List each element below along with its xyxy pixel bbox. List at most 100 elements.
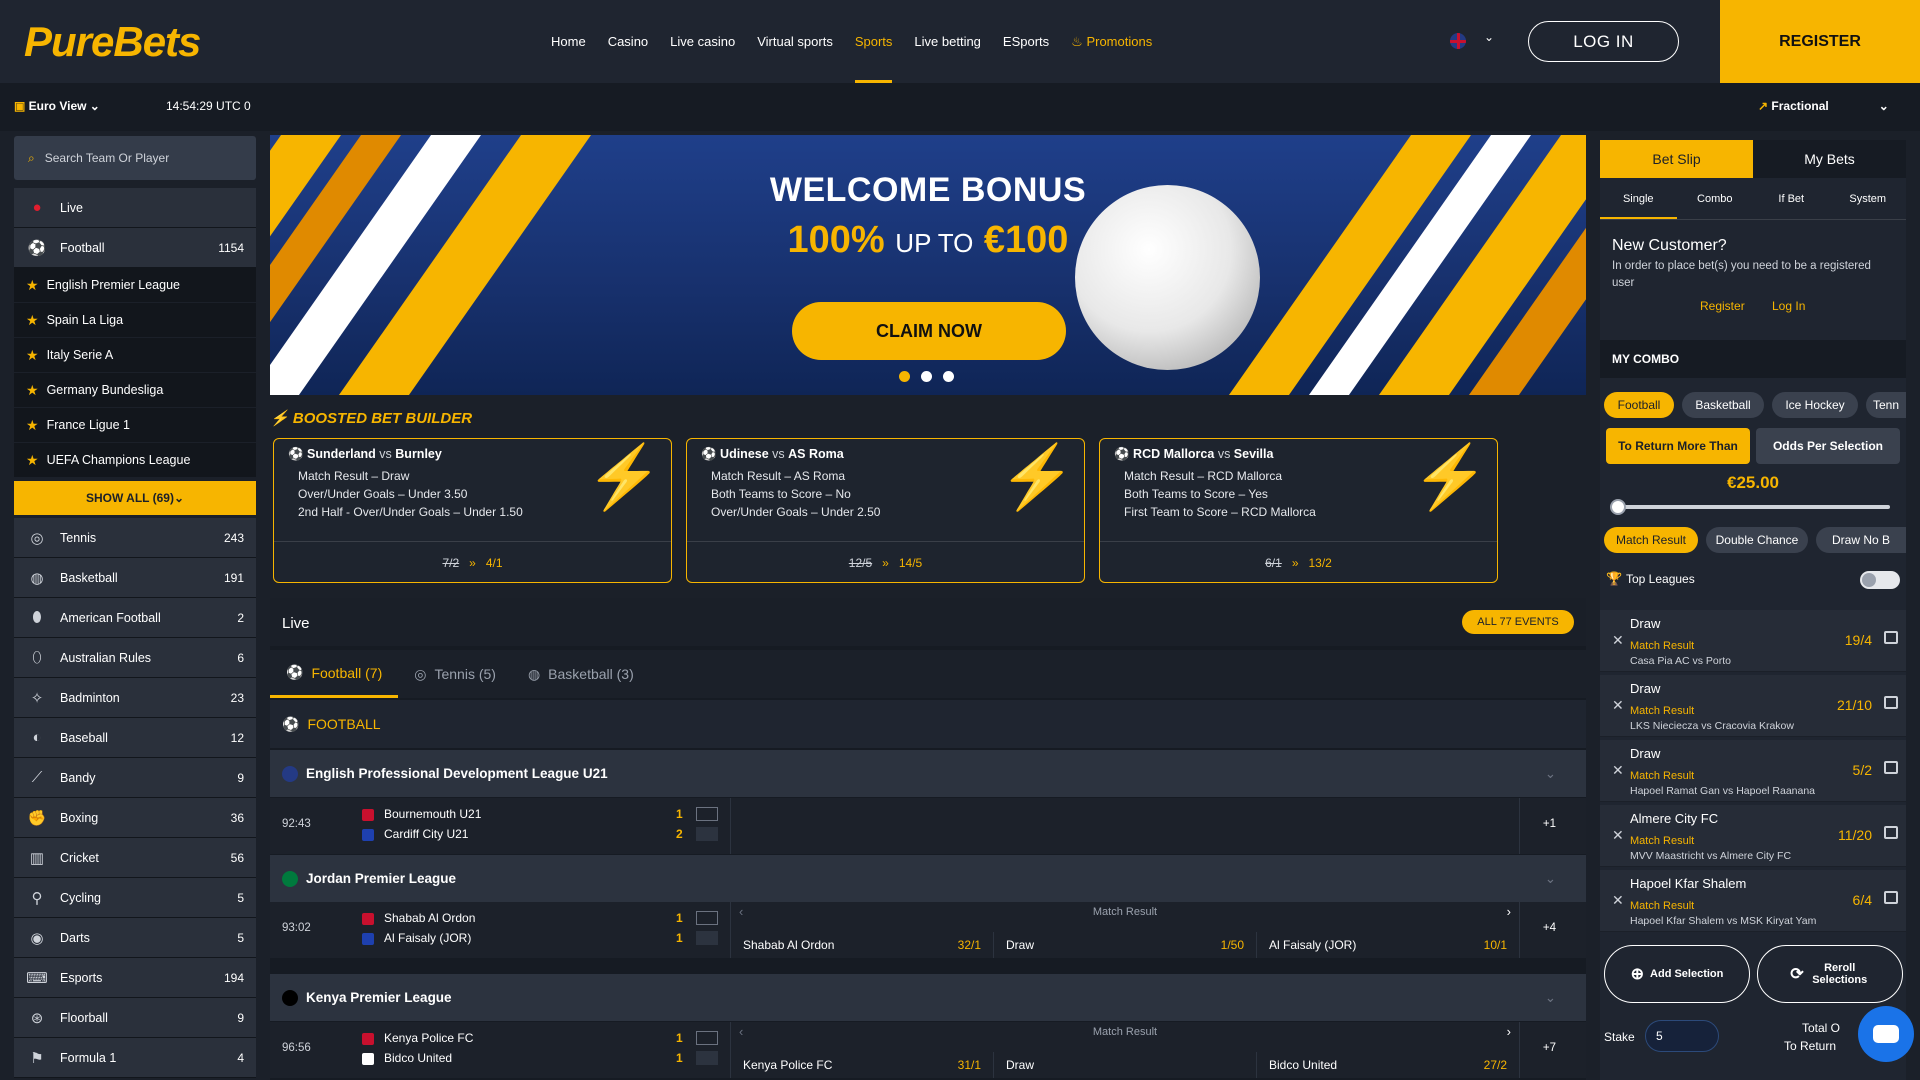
sidebar-league-item[interactable]: ★ Italy Serie A: [14, 338, 256, 373]
nav-sports[interactable]: Sports: [844, 0, 904, 83]
tab-bet-slip[interactable]: Bet Slip: [1600, 140, 1753, 178]
close-icon[interactable]: ✕: [1612, 827, 1624, 844]
boosted-odds[interactable]: 6/1 » 13/2: [1100, 541, 1497, 583]
combo-sport-football[interactable]: Football: [1604, 392, 1674, 418]
claim-now-button[interactable]: CLAIM NOW: [792, 302, 1066, 360]
nav-casino[interactable]: Casino: [597, 0, 659, 83]
odds-format-selector[interactable]: ↗ Fractional ⌄: [1758, 99, 1889, 113]
sidebar-league-item[interactable]: ★ UEFA Champions League: [14, 443, 256, 478]
slip-selection[interactable]: ✕ Draw Match Result Casa Pia AC vs Porto 19/…: [1600, 610, 1906, 672]
match-row[interactable]: 92:43 Bournemouth U21 Cardiff City U21 1 2 +1: [270, 798, 1586, 854]
league-header[interactable]: Jordan Premier League ⌄: [270, 855, 1586, 902]
sidebar-item-sport[interactable]: ⟋ Bandy 9: [14, 758, 256, 798]
slip-selection[interactable]: ✕ Hapoel Kfar Shalem Match Result Hapoel Kf…: [1600, 870, 1906, 932]
sidebar-item-sport[interactable]: ▥ Cricket 56: [14, 838, 256, 878]
sidebar-item-sport[interactable]: ◍ Basketball 191: [14, 558, 256, 598]
carousel-dot-active[interactable]: [899, 371, 910, 382]
sidebar-league-item[interactable]: ★ France Ligue 1: [14, 408, 256, 443]
odds-button[interactable]: Bidco United 27/2: [1257, 1052, 1520, 1078]
sidebar-item-live[interactable]: ● Live: [14, 188, 256, 228]
sidebar-item-sport[interactable]: ⚑ Formula 1 4: [14, 1038, 256, 1078]
boosted-odds[interactable]: 7/2 » 4/1: [274, 541, 671, 583]
more-markets-button[interactable]: +4: [1543, 922, 1556, 934]
league-header[interactable]: English Professional Development League …: [270, 750, 1586, 797]
sidebar-item-sport[interactable]: ⬯ Australian Rules 6: [14, 638, 256, 678]
register-link[interactable]: Register: [1700, 299, 1745, 313]
amount-slider-track[interactable]: [1618, 505, 1890, 509]
reroll-selections-button[interactable]: ⟳ Reroll Selections: [1757, 945, 1903, 1003]
combo-sport-ice-hockey[interactable]: Ice Hockey: [1772, 392, 1858, 418]
boosted-card[interactable]: ⚡ ⚽ RCD Mallorca vs Sevilla Match Result –…: [1099, 438, 1498, 583]
pitch-icon[interactable]: [696, 1031, 718, 1045]
odds-per-selection-button[interactable]: Odds Per Selection: [1756, 428, 1900, 464]
sidebar-league-item[interactable]: ★ English Premier League: [14, 268, 256, 303]
logo[interactable]: PureBets: [24, 18, 201, 66]
sidebar-league-item[interactable]: ★ Germany Bundesliga: [14, 373, 256, 408]
nav-promotions[interactable]: ♨ Promotions: [1060, 0, 1163, 83]
close-icon[interactable]: ✕: [1612, 762, 1624, 779]
odds-button[interactable]: Draw 1/50: [994, 932, 1257, 958]
stats-icon[interactable]: [696, 1051, 718, 1065]
lock-icon[interactable]: [1884, 631, 1898, 644]
lock-icon[interactable]: [1884, 826, 1898, 839]
sidebar-item-sport[interactable]: ◉ Darts 5: [14, 918, 256, 958]
nav-esports[interactable]: ESports: [992, 0, 1060, 83]
odds-button[interactable]: Al Faisaly (JOR) 10/1: [1257, 932, 1520, 958]
lock-icon[interactable]: [1884, 891, 1898, 904]
carousel-dot[interactable]: [921, 371, 932, 382]
market-match-result[interactable]: Match Result: [1604, 527, 1698, 553]
tab-my-bets[interactable]: My Bets: [1753, 140, 1906, 178]
sidebar-item-sport[interactable]: ⚲ Cycling 5: [14, 878, 256, 918]
search-input[interactable]: ⌕ Search Team Or Player: [14, 136, 256, 180]
add-selection-button[interactable]: ⊕ Add Selection: [1604, 945, 1750, 1003]
nav-live-betting[interactable]: Live betting: [903, 0, 992, 83]
slip-selection[interactable]: ✕ Draw Match Result LKS Nieciecza vs Cracov…: [1600, 675, 1906, 737]
nav-virtual-sports[interactable]: Virtual sports: [746, 0, 844, 83]
all-events-button[interactable]: ALL 77 EVENTS: [1462, 610, 1574, 634]
to-return-more-than-button[interactable]: To Return More Than: [1606, 428, 1750, 464]
boosted-odds[interactable]: 12/5 » 14/5: [687, 541, 1084, 583]
combo-sport-basketball[interactable]: Basketball: [1682, 392, 1764, 418]
odds-button[interactable]: Shabab Al Ordon 32/1: [731, 932, 994, 958]
close-icon[interactable]: ✕: [1612, 632, 1624, 649]
pitch-icon[interactable]: [696, 911, 718, 925]
top-leagues-toggle[interactable]: [1860, 571, 1900, 589]
login-button[interactable]: LOG IN: [1528, 21, 1679, 62]
chevron-right-icon[interactable]: ›: [1507, 1024, 1511, 1039]
boosted-card[interactable]: ⚡ ⚽ Udinese vs AS Roma Match Result – AS R…: [686, 438, 1085, 583]
lock-icon[interactable]: [1884, 696, 1898, 709]
lock-icon[interactable]: [1884, 761, 1898, 774]
show-all-button[interactable]: SHOW ALL (69) ⌄: [14, 481, 256, 515]
sidebar-item-sport[interactable]: ⌨ Esports 194: [14, 958, 256, 998]
chevron-left-icon[interactable]: ‹: [739, 904, 743, 919]
boosted-card[interactable]: ⚡ ⚽ Sunderland vs Burnley Match Result – D…: [273, 438, 672, 583]
combo-sport-tennis[interactable]: Tenn: [1866, 392, 1906, 418]
league-header[interactable]: Kenya Premier League ⌄: [270, 974, 1586, 1021]
nav-home[interactable]: Home: [540, 0, 597, 83]
sidebar-item-sport[interactable]: ◎ Tennis 243: [14, 518, 256, 558]
stats-icon[interactable]: [696, 827, 718, 841]
more-markets-button[interactable]: +1: [1543, 818, 1556, 830]
sidebar-league-item[interactable]: ★ Spain La Liga: [14, 303, 256, 338]
match-row[interactable]: 96:56 Kenya Police FC Bidco United 1 1 Match …: [270, 1022, 1586, 1078]
uk-flag-icon[interactable]: [1450, 33, 1466, 49]
view-selector[interactable]: ▣ Euro View ⌄: [14, 99, 100, 113]
sidebar-item-sport[interactable]: ✊ Boxing 36: [14, 798, 256, 838]
sidebar-item-sport[interactable]: ⬮ American Football 2: [14, 598, 256, 638]
pitch-icon[interactable]: [696, 807, 718, 821]
tab-tennis[interactable]: ◎ Tennis (5): [398, 650, 512, 698]
stake-input[interactable]: [1645, 1020, 1719, 1052]
tab-single[interactable]: Single: [1600, 178, 1677, 219]
market-draw-no-bet[interactable]: Draw No B: [1816, 527, 1906, 553]
chat-button[interactable]: [1858, 1006, 1914, 1062]
tab-if-bet[interactable]: If Bet: [1753, 178, 1830, 219]
odds-button[interactable]: Draw: [994, 1052, 1257, 1078]
close-icon[interactable]: ✕: [1612, 697, 1624, 714]
close-icon[interactable]: ✕: [1612, 892, 1624, 909]
login-link[interactable]: Log In: [1772, 299, 1805, 313]
match-row[interactable]: 93:02 Shabab Al Ordon Al Faisaly (JOR) 1 1 Ma…: [270, 902, 1586, 958]
more-markets-button[interactable]: +7: [1543, 1042, 1556, 1054]
slip-selection[interactable]: ✕ Draw Match Result Hapoel Ramat Gan vs Hap…: [1600, 740, 1906, 802]
sidebar-item-sport[interactable]: ⊛ Floorball 9: [14, 998, 256, 1038]
welcome-banner[interactable]: WELCOME BONUS 100% UP TO €100 CLAIM NOW: [270, 135, 1586, 395]
